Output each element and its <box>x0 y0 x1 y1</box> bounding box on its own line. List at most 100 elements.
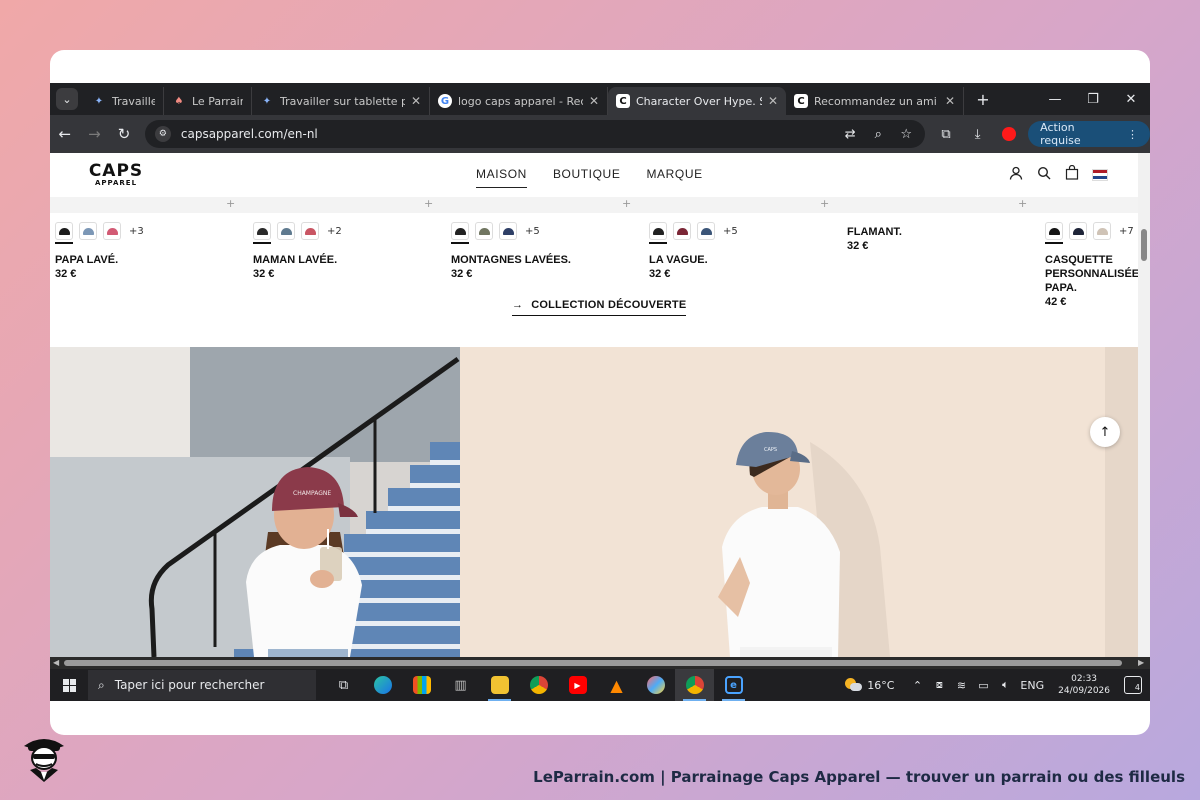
close-tab-icon[interactable]: ✕ <box>411 94 421 108</box>
netherlands-flag-icon[interactable] <box>1092 168 1108 181</box>
paint-app[interactable] <box>636 669 675 701</box>
product-name[interactable]: FLAMANT. <box>847 225 1037 239</box>
restore-icon[interactable]: ❐ <box>1074 92 1112 107</box>
product-name[interactable]: LA VAGUE. <box>649 253 839 267</box>
wifi-icon[interactable]: ≋ <box>954 679 968 692</box>
download-icon[interactable]: ⤓ <box>965 127 991 142</box>
store-app[interactable] <box>402 669 441 701</box>
taskbar-search[interactable]: ⌕ Taper ici pour rechercher <box>88 670 316 700</box>
youtube-app[interactable]: ▶ <box>558 669 597 701</box>
action-required-button[interactable]: Action requise ⋮ <box>1028 121 1150 147</box>
more-colors-count[interactable]: +5 <box>723 226 738 237</box>
tab[interactable]: ✦ Travailler sur tablette pour ch ✕ <box>252 87 430 115</box>
nav-marque[interactable]: MARQUE <box>646 167 702 188</box>
plus-icon[interactable]: + <box>226 197 235 210</box>
swatch[interactable] <box>103 222 121 240</box>
swatch[interactable] <box>1045 222 1063 244</box>
bookmark-star-icon[interactable]: ☆ <box>897 127 915 142</box>
swatch[interactable] <box>1069 222 1087 240</box>
more-colors-count[interactable]: +5 <box>525 226 540 237</box>
plus-icon[interactable]: + <box>622 197 631 210</box>
task-view-button[interactable]: ⧉ <box>324 669 363 701</box>
vertical-scrollbar[interactable] <box>1138 153 1150 657</box>
zoom-icon[interactable]: ⌕ <box>869 127 887 142</box>
tab-active[interactable]: C Character Over Hype. Since ✕ <box>608 87 786 115</box>
product-name[interactable]: PAPA LAVÉ. <box>55 253 245 267</box>
close-tab-icon[interactable]: ✕ <box>768 94 778 108</box>
plus-icon[interactable]: + <box>424 197 433 210</box>
start-button[interactable] <box>50 678 88 692</box>
weather-widget[interactable]: 16°C <box>845 678 894 692</box>
swatch[interactable] <box>1093 222 1111 240</box>
profile-avatar[interactable] <box>1002 127 1017 141</box>
nav-maison[interactable]: MAISON <box>476 167 527 188</box>
product-name[interactable]: MONTAGNES LAVÉES. <box>451 253 641 267</box>
notification-center-button[interactable]: 4 <box>1124 676 1142 694</box>
scroll-left-icon[interactable]: ◀ <box>53 657 59 669</box>
chrome-app[interactable] <box>519 669 558 701</box>
scroll-thumb[interactable] <box>64 660 1122 666</box>
product-card[interactable]: +7 CASQUETTE PERSONNALISÉE POUR PAPA. 42… <box>1045 219 1138 309</box>
extensions-icon[interactable]: ⧉ <box>933 127 959 142</box>
nav-boutique[interactable]: BOUTIQUE <box>553 167 620 188</box>
swatch[interactable] <box>55 222 73 244</box>
more-colors-count[interactable]: +2 <box>327 226 342 237</box>
swatch[interactable] <box>451 222 469 244</box>
swatch[interactable] <box>79 222 97 240</box>
site-info-icon[interactable]: ⚙ <box>154 126 171 142</box>
swatch[interactable] <box>673 222 691 240</box>
product-card[interactable]: +3 PAPA LAVÉ. 32 € <box>55 219 245 281</box>
more-colors-count[interactable]: +3 <box>129 226 144 237</box>
vlc-app[interactable]: ▲ <box>597 669 636 701</box>
tab[interactable]: ♠ Le Parrain - <box>164 87 252 115</box>
reload-icon[interactable]: ↻ <box>109 125 139 143</box>
address-bar[interactable]: ⚙ capsapparel.com/en-nl ⇄ ⌕ ☆ <box>144 120 926 148</box>
close-tab-icon[interactable]: ✕ <box>589 94 599 108</box>
volume-icon[interactable]: 🔈︎ <box>998 678 1012 692</box>
tab[interactable]: G logo caps apparel - Recherch ✕ <box>430 87 608 115</box>
language-indicator[interactable]: ENG <box>1020 679 1044 692</box>
swatch[interactable] <box>301 222 319 240</box>
tab[interactable]: C Recommandez un ami - Vête ✕ <box>786 87 964 115</box>
tab[interactable]: ✦ Travailler sur <box>84 87 164 115</box>
minimize-icon[interactable]: — <box>1036 92 1074 107</box>
more-colors-count[interactable]: +7 <box>1119 226 1134 237</box>
chevron-up-icon[interactable]: ⌃ <box>910 679 924 692</box>
horizontal-scrollbar[interactable]: ◀ ▶ <box>50 657 1150 669</box>
url-text[interactable]: capsapparel.com/en-nl <box>181 127 831 141</box>
chrome-app-active[interactable] <box>675 669 714 701</box>
scroll-right-icon[interactable]: ▶ <box>1138 657 1144 669</box>
plus-icon[interactable]: + <box>820 197 829 210</box>
battery-icon[interactable]: ▭ <box>976 679 990 692</box>
swatch[interactable] <box>697 222 715 240</box>
swatch[interactable] <box>277 222 295 240</box>
new-tab-button[interactable]: + <box>972 90 994 109</box>
product-card[interactable]: +5 MONTAGNES LAVÉES. 32 € <box>451 219 641 281</box>
product-card[interactable]: +5 LA VAGUE. 32 € <box>649 219 839 281</box>
translate-icon[interactable]: ⇄ <box>841 127 859 142</box>
meet-icon[interactable]: ⧇ <box>932 678 946 692</box>
account-icon[interactable] <box>1008 166 1024 184</box>
swatch[interactable] <box>649 222 667 244</box>
app-window-button[interactable]: e <box>714 669 753 701</box>
clock[interactable]: 02:33 24/09/2026 <box>1058 673 1110 697</box>
plus-icon[interactable]: + <box>1018 197 1027 210</box>
product-name[interactable]: CASQUETTE PERSONNALISÉE POUR PAPA. <box>1045 253 1138 295</box>
close-window-icon[interactable]: ✕ <box>1112 92 1150 107</box>
scroll-thumb[interactable] <box>1141 229 1147 261</box>
product-card[interactable]: +2 MAMAN LAVÉE. 32 € <box>253 219 443 281</box>
search-icon[interactable] <box>1036 166 1052 184</box>
collection-link[interactable]: → COLLECTION DÉCOUVERTE <box>512 299 687 316</box>
bag-icon[interactable] <box>1064 164 1080 184</box>
close-tab-icon[interactable]: ✕ <box>945 94 955 108</box>
file-explorer-app[interactable] <box>480 669 519 701</box>
edge-app[interactable] <box>363 669 402 701</box>
meter-app[interactable]: ▥ <box>441 669 480 701</box>
forward-arrow-icon[interactable]: → <box>80 125 110 143</box>
product-card[interactable]: FLAMANT. 32 € <box>847 219 1037 253</box>
site-logo[interactable]: CAPS APPAREL <box>80 163 152 188</box>
back-to-top-button[interactable]: ↑ <box>1090 417 1120 447</box>
swatch[interactable] <box>499 222 517 240</box>
back-arrow-icon[interactable]: ← <box>50 125 80 143</box>
swatch[interactable] <box>253 222 271 244</box>
